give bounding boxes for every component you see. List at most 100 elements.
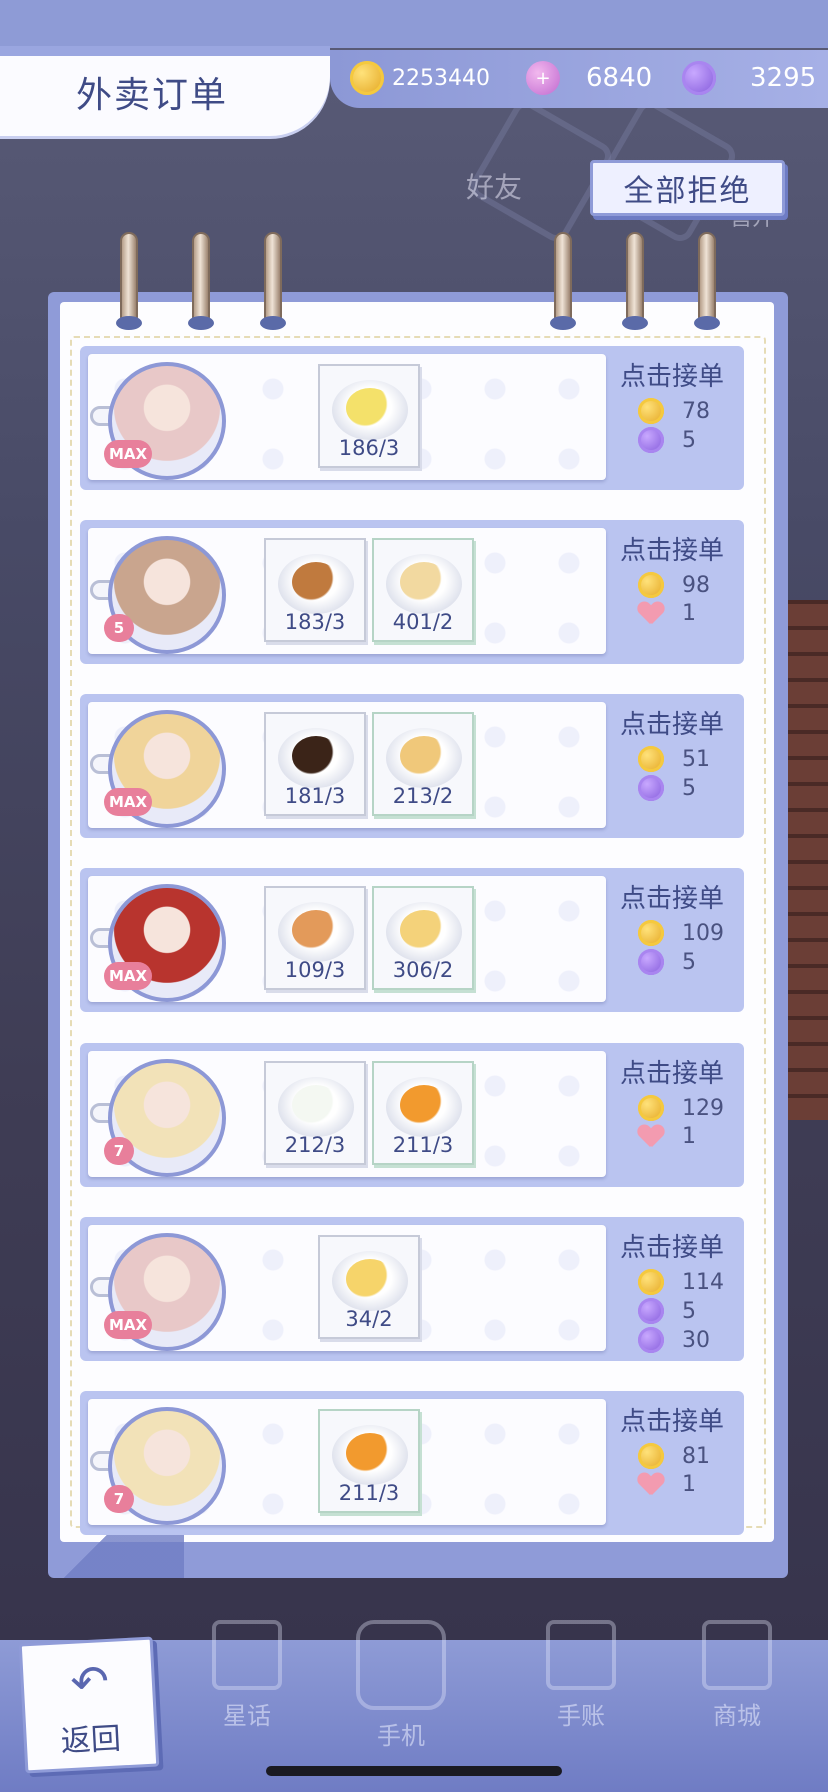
food-icon [292,736,340,776]
dish-stock-count: 186/3 [338,436,400,460]
reward-item: 81 [638,1443,710,1469]
dish-item[interactable]: 109/3 [264,886,366,990]
store-icon [702,1620,772,1690]
dish-stock-count: 34/2 [345,1307,393,1331]
heart-icon [638,602,664,626]
reward-item: 129 [638,1095,724,1121]
dish-stock-count: 109/3 [284,958,346,982]
calendar-icon [546,1620,616,1690]
food-icon [346,388,394,428]
food-icon [292,562,340,602]
order-sheet: 7 211/3 [88,1399,606,1525]
swan-value: 6840 [586,63,653,93]
food-icon [292,1085,340,1125]
binder-ring [694,232,720,330]
reject-all-button[interactable]: 全部拒绝 [590,160,785,216]
coin-icon [638,398,664,424]
gem-icon [638,1298,664,1324]
coin-icon [638,746,664,772]
gem-icon [682,61,716,95]
gem-balance: 3295 [682,58,816,98]
affinity-level-badge: MAX [104,1311,153,1339]
food-icon [400,562,448,602]
swan-balance[interactable]: + 6840 [526,58,652,98]
order-card: 7 211/3 点击接单 81 1 [80,1391,744,1535]
reward-value: 5 [682,949,696,975]
reward-item: 1 [638,1472,696,1497]
order-card: MAX 109/3 306/2 点击接单 109 5 [80,868,744,1012]
dish-item[interactable]: 213/2 [372,712,474,816]
gem-icon [638,949,664,975]
dish-item[interactable]: 186/3 [318,364,420,468]
dish-item[interactable]: 34/2 [318,1235,420,1339]
dish-stock-count: 401/2 [392,610,454,634]
nav-label: 星话 [223,1702,271,1730]
food-icon [400,910,448,950]
gem-value: 3295 [750,63,817,93]
dish-item[interactable]: 306/2 [372,886,474,990]
accept-order-button[interactable]: 点击接单 [620,1053,740,1090]
accept-order-button[interactable]: 点击接单 [620,530,740,567]
dish-item[interactable]: 212/3 [264,1061,366,1165]
accept-order-button[interactable]: 点击接单 [620,878,740,915]
dish-item[interactable]: 211/3 [372,1061,474,1165]
dish-stock-count: 211/3 [338,1481,400,1505]
reward-value: 30 [682,1327,710,1353]
dish-item[interactable]: 211/3 [318,1409,420,1513]
home-indicator[interactable] [266,1766,562,1776]
nav-journal[interactable]: 手账 [526,1620,636,1731]
nav-label: 手机 [377,1722,425,1750]
coin-balance: 2253440 [350,58,490,98]
reward-item: 78 [638,398,710,424]
order-sheet: MAX 181/3 213/2 [88,702,606,828]
order-card: 7 212/3 211/3 点击接单 129 1 [80,1043,744,1187]
back-arrow-icon: ↶ [69,1653,111,1710]
reward-item: 51 [638,746,710,772]
binder-ring [622,232,648,330]
food-icon [292,910,340,950]
reward-item: 1 [638,601,696,626]
reward-value: 1 [682,1124,696,1149]
reward-item: 30 [638,1327,710,1353]
cards-icon [212,1620,282,1690]
order-sheet: MAX 109/3 306/2 [88,876,606,1002]
order-sheet: 5 183/3 401/2 [88,528,606,654]
dish-stock-count: 183/3 [284,610,346,634]
dish-item[interactable]: 401/2 [372,538,474,642]
dish-stock-count: 181/3 [284,784,346,808]
friends-label: 好友 [466,171,523,204]
binder-ring [550,232,576,330]
binder-ring [188,232,214,330]
nav-phone[interactable]: 手机 [346,1620,456,1751]
reward-value: 78 [682,398,710,424]
order-card: MAX 34/2 点击接单 114 5 30 [80,1217,744,1361]
accept-order-button[interactable]: 点击接单 [620,1401,740,1438]
reward-value: 1 [682,601,696,626]
food-icon [346,1259,394,1299]
accept-order-button[interactable]: 点击接单 [620,356,740,393]
reward-value: 5 [682,427,696,453]
food-icon [346,1433,394,1473]
order-card: 5 183/3 401/2 点击接单 98 1 [80,520,744,664]
order-card: MAX 181/3 213/2 点击接单 51 5 [80,694,744,838]
gem-icon [638,427,664,453]
coin-icon [638,920,664,946]
dish-stock-count: 306/2 [392,958,454,982]
back-button[interactable]: ↶ 返回 [18,1636,160,1774]
accept-order-button[interactable]: 点击接单 [620,1227,740,1264]
dish-stock-count: 212/3 [284,1133,346,1157]
coin-icon [638,572,664,598]
food-icon [400,736,448,776]
nav-star-talk[interactable]: 星话 [192,1620,302,1731]
accept-order-button[interactable]: 点击接单 [620,704,740,741]
dish-item[interactable]: 181/3 [264,712,366,816]
coin-icon [638,1443,664,1469]
reward-item: 5 [638,775,696,801]
coin-icon [350,61,384,95]
dish-item[interactable]: 183/3 [264,538,366,642]
order-card: MAX 186/3 点击接单 78 5 [80,346,744,490]
coin-icon [638,1269,664,1295]
swan-add-icon[interactable]: + [526,61,560,95]
affinity-level-badge: MAX [104,440,153,468]
nav-store[interactable]: 商城 [682,1620,792,1731]
